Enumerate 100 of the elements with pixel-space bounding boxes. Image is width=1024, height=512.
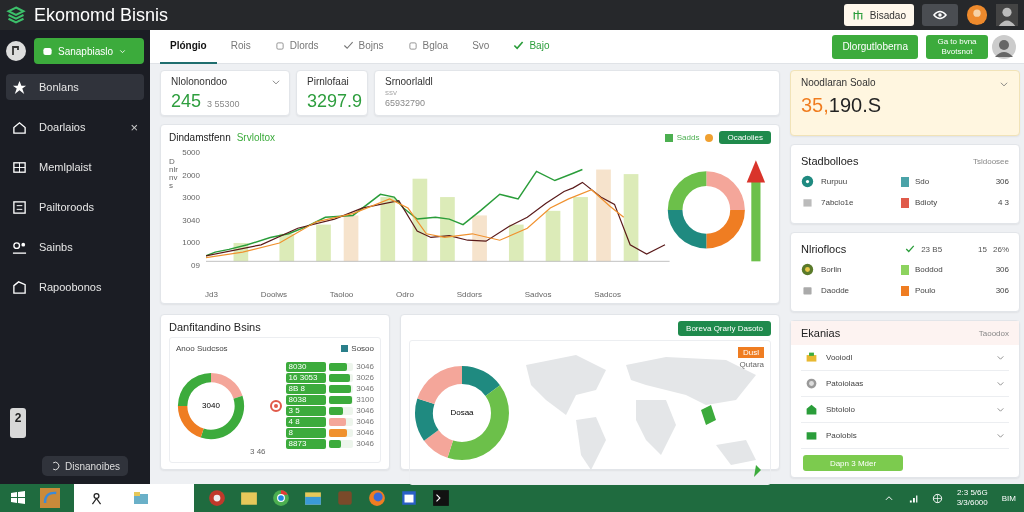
sidebar-item[interactable]: Doarlaios ×: [6, 114, 144, 140]
folder-icon[interactable]: [304, 489, 322, 507]
bar-value: 3046: [356, 406, 374, 416]
chart-bar: [508, 224, 524, 262]
sidebar-item[interactable]: Pailtoroods: [6, 194, 144, 220]
network-icon[interactable]: [907, 493, 918, 503]
close-button[interactable]: ×: [130, 119, 138, 135]
tab[interactable]: Rois: [220, 29, 261, 64]
chart-bar: [440, 197, 455, 262]
person-icon: [90, 491, 103, 505]
bar-value: 3046: [356, 428, 374, 438]
legend-label: Sosoo: [351, 344, 374, 353]
bar-label: 3 5: [285, 406, 326, 416]
people-icon: [12, 239, 27, 255]
bar-value: 3046: [356, 417, 374, 427]
view-button[interactable]: [922, 4, 958, 26]
menu-item[interactable]: Patoiolaas: [801, 371, 1009, 397]
app-icon[interactable]: [208, 489, 226, 507]
card-link[interactable]: Tsldoosee: [972, 156, 1009, 166]
region-dropdown-button[interactable]: Boreva Qrarly Dasoto: [678, 321, 771, 336]
chrome-icon[interactable]: [272, 489, 290, 507]
kpi-subtext: 3 55300: [207, 99, 240, 109]
tab[interactable]: Svo: [462, 29, 500, 64]
box-icon: [801, 196, 814, 209]
chart-title: Dindamstfenn: [169, 132, 231, 143]
tab[interactable]: Plóngio: [160, 29, 217, 64]
calendar-icon[interactable]: [400, 489, 418, 507]
axis-label: Taoloo: [329, 290, 354, 299]
axis-label: Sadvos: [524, 290, 552, 299]
clock[interactable]: 2:3 5/6G 3/3/6000: [956, 488, 988, 508]
axis-label: Sddors: [456, 290, 482, 299]
donut-slice: [667, 209, 707, 249]
chevron-icon[interactable]: [271, 77, 281, 87]
eye-icon: [933, 8, 947, 22]
bar-label: 4 8: [285, 417, 326, 427]
axis-title: Dnlrnvs: [169, 158, 178, 192]
chart-action-button[interactable]: Ocadoiies: [719, 131, 771, 144]
windows-icon[interactable]: [10, 490, 26, 506]
gift-icon: [805, 351, 818, 364]
terminal-icon[interactable]: [432, 489, 450, 507]
folder-icon[interactable]: [240, 489, 258, 507]
chevron-icon: [999, 79, 1009, 89]
menu-item[interactable]: Sbtololo: [801, 397, 1009, 423]
check-icon: [513, 40, 525, 51]
sidebar-item[interactable]: Rapoobonos: [6, 274, 144, 300]
card-title: Stadbolloes: [801, 155, 860, 167]
card-title: Nlrioflocs: [801, 243, 848, 255]
row-value: 306: [995, 265, 1009, 274]
user-avatar-icon[interactable]: [966, 4, 988, 26]
donut-slice: [706, 171, 745, 210]
language-indicator[interactable]: BIM: [1001, 493, 1016, 503]
sidebar-item[interactable]: Memlplaist: [6, 154, 144, 180]
axis-tick: 2000: [181, 170, 200, 180]
bar-label: 8030: [285, 362, 326, 372]
folder-icon: [805, 429, 818, 442]
coin-icon: [801, 263, 814, 276]
top-button[interactable]: Bisadao: [843, 4, 914, 26]
square-icon: [407, 40, 418, 51]
avatar-icon[interactable]: [992, 34, 1016, 59]
axis-label: Jd3: [205, 290, 218, 299]
chevron-icon: [996, 431, 1005, 440]
chevron-icon[interactable]: [883, 493, 894, 503]
menu-item[interactable]: Vooiodl: [801, 345, 1009, 371]
kpi-value: 245: [171, 91, 202, 112]
menu-item[interactable]: Paolobls: [801, 423, 1009, 449]
legend-label: Sadds: [676, 133, 700, 142]
row-tag: Poulo: [915, 286, 992, 295]
coin-icon: [805, 377, 818, 390]
sidebar-item[interactable]: Sainbs: [6, 234, 144, 260]
kpi-title: Nlolonondoo: [171, 76, 228, 87]
bar-label: 8B 8: [285, 384, 326, 394]
tab[interactable]: Bajo: [503, 29, 560, 64]
list-icon: [12, 199, 27, 215]
globe-icon[interactable]: [931, 492, 943, 504]
row-tag: Boddod: [915, 265, 992, 274]
folder-icon: [133, 490, 149, 506]
tab[interactable]: Bojns: [332, 29, 394, 64]
map-badge: Dusl: [738, 347, 764, 358]
tab[interactable]: Bgloa: [397, 29, 459, 64]
square-icon: [274, 40, 285, 51]
chevron-icon: [996, 353, 1005, 362]
sidebar-item[interactable]: Bonlans: [6, 74, 144, 100]
badge-icon: [801, 175, 814, 188]
donut-label: 3040: [201, 400, 221, 410]
card-title: Ekanias: [801, 327, 842, 339]
bar-value: 3046: [356, 362, 374, 372]
status-pill[interactable]: Disnanoibes: [41, 456, 128, 476]
row-value: 306: [995, 286, 1009, 295]
check-icon: [905, 244, 916, 254]
legend-swatch: [341, 345, 349, 352]
row-tag: Bdioty: [915, 198, 994, 207]
metric-count: 15: [978, 244, 987, 254]
donut-slice: [706, 209, 745, 249]
avatar-icon[interactable]: [6, 41, 26, 61]
chart-bar: [316, 224, 331, 262]
tab[interactable]: Dlords: [264, 29, 329, 64]
chevron-icon: [996, 379, 1005, 388]
axis-tick: 5000: [181, 148, 200, 157]
grid-icon: [12, 159, 27, 175]
card-link[interactable]: Taoodox: [978, 328, 1009, 338]
